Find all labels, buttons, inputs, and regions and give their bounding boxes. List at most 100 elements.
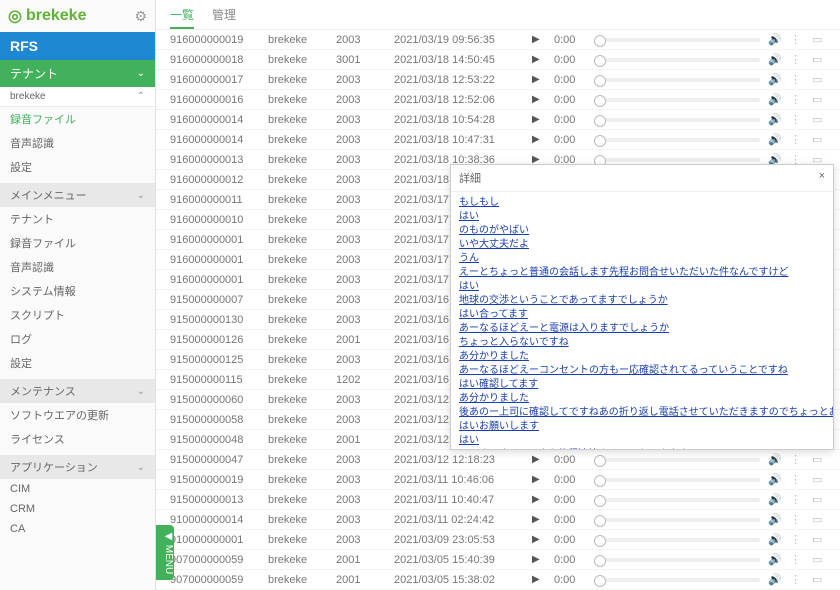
- comment-icon[interactable]: ▭: [812, 93, 826, 106]
- more-icon[interactable]: ⋮: [790, 93, 804, 106]
- table-row[interactable]: 910000000001brekeke20032021/03/09 23:05:…: [156, 530, 840, 550]
- comment-icon[interactable]: ▭: [812, 533, 826, 546]
- play-icon[interactable]: ▶: [532, 474, 546, 485]
- comment-icon[interactable]: ▭: [812, 113, 826, 126]
- volume-icon[interactable]: 🔊: [768, 473, 782, 486]
- progress-bar[interactable]: [594, 138, 760, 142]
- more-icon[interactable]: ⋮: [790, 533, 804, 546]
- comment-icon[interactable]: ▭: [812, 573, 826, 586]
- table-row[interactable]: 916000000018brekeke30012021/03/18 14:50:…: [156, 50, 840, 70]
- comment-icon[interactable]: ▭: [812, 73, 826, 86]
- comment-icon[interactable]: ▭: [812, 453, 826, 466]
- sidebar-item[interactable]: 録音ファイル: [0, 107, 155, 131]
- progress-bar[interactable]: [594, 538, 760, 542]
- sidebar-item[interactable]: CA: [0, 519, 155, 539]
- more-icon[interactable]: ⋮: [790, 33, 804, 46]
- play-icon[interactable]: ▶: [532, 54, 546, 65]
- volume-icon[interactable]: 🔊: [768, 453, 782, 466]
- sidebar-item[interactable]: 設定: [0, 155, 155, 179]
- progress-bar[interactable]: [594, 578, 760, 582]
- tenant-selected[interactable]: brekeke ⌃: [0, 87, 155, 107]
- more-icon[interactable]: ⋮: [790, 493, 804, 506]
- play-icon[interactable]: ▶: [532, 94, 546, 105]
- more-icon[interactable]: ⋮: [790, 573, 804, 586]
- sidebar-item[interactable]: ライセンス: [0, 427, 155, 451]
- progress-bar[interactable]: [594, 58, 760, 62]
- comment-icon[interactable]: ▭: [812, 53, 826, 66]
- more-icon[interactable]: ⋮: [790, 113, 804, 126]
- sidebar-item[interactable]: CIM: [0, 479, 155, 499]
- progress-bar[interactable]: [594, 458, 760, 462]
- sidebar-item[interactable]: 設定: [0, 351, 155, 375]
- sidebar-section[interactable]: アプリケーション⌄: [0, 455, 155, 479]
- table-row[interactable]: 915000000013brekeke20032021/03/11 10:40:…: [156, 490, 840, 510]
- tenant-header[interactable]: テナント ⌄: [0, 60, 155, 87]
- progress-bar[interactable]: [594, 78, 760, 82]
- progress-bar[interactable]: [594, 498, 760, 502]
- play-icon[interactable]: ▶: [532, 534, 546, 545]
- tab[interactable]: 一覧: [170, 6, 194, 23]
- table-row[interactable]: 916000000014brekeke20032021/03/18 10:47:…: [156, 130, 840, 150]
- sidebar-item[interactable]: 録音ファイル: [0, 231, 155, 255]
- more-icon[interactable]: ⋮: [790, 73, 804, 86]
- volume-icon[interactable]: 🔊: [768, 553, 782, 566]
- volume-icon[interactable]: 🔊: [768, 33, 782, 46]
- menu-side-tab[interactable]: ◀ MENU: [156, 525, 174, 580]
- play-icon[interactable]: ▶: [532, 114, 546, 125]
- volume-icon[interactable]: 🔊: [768, 533, 782, 546]
- more-icon[interactable]: ⋮: [790, 53, 804, 66]
- progress-bar[interactable]: [594, 98, 760, 102]
- progress-bar[interactable]: [594, 38, 760, 42]
- comment-icon[interactable]: ▭: [812, 33, 826, 46]
- volume-icon[interactable]: 🔊: [768, 53, 782, 66]
- sidebar-item[interactable]: スクリプト: [0, 303, 155, 327]
- progress-bar[interactable]: [594, 118, 760, 122]
- table-row[interactable]: 915000000047brekeke20032021/03/12 12:18:…: [156, 450, 840, 470]
- comment-icon[interactable]: ▭: [812, 133, 826, 146]
- volume-icon[interactable]: 🔊: [768, 73, 782, 86]
- table-row[interactable]: 916000000019brekeke20032021/03/19 09:56:…: [156, 30, 840, 50]
- more-icon[interactable]: ⋮: [790, 553, 804, 566]
- progress-bar[interactable]: [594, 158, 760, 162]
- sidebar-item[interactable]: 音声認識: [0, 255, 155, 279]
- more-icon[interactable]: ⋮: [790, 513, 804, 526]
- sidebar-item[interactable]: テナント: [0, 207, 155, 231]
- sidebar-item[interactable]: システム情報: [0, 279, 155, 303]
- play-icon[interactable]: ▶: [532, 494, 546, 505]
- table-row[interactable]: 916000000016brekeke20032021/03/18 12:52:…: [156, 90, 840, 110]
- tab[interactable]: 管理: [212, 6, 236, 23]
- sidebar-item[interactable]: 音声認識: [0, 131, 155, 155]
- play-icon[interactable]: ▶: [532, 134, 546, 145]
- table-row[interactable]: 916000000017brekeke20032021/03/18 12:53:…: [156, 70, 840, 90]
- close-icon[interactable]: ×: [819, 170, 825, 186]
- volume-icon[interactable]: 🔊: [768, 493, 782, 506]
- volume-icon[interactable]: 🔊: [768, 573, 782, 586]
- play-icon[interactable]: ▶: [532, 34, 546, 45]
- play-icon[interactable]: ▶: [532, 574, 546, 585]
- play-icon[interactable]: ▶: [532, 554, 546, 565]
- comment-icon[interactable]: ▭: [812, 473, 826, 486]
- play-icon[interactable]: ▶: [532, 74, 546, 85]
- progress-bar[interactable]: [594, 518, 760, 522]
- volume-icon[interactable]: 🔊: [768, 113, 782, 126]
- sidebar-section[interactable]: メインメニュー⌄: [0, 183, 155, 207]
- volume-icon[interactable]: 🔊: [768, 133, 782, 146]
- more-icon[interactable]: ⋮: [790, 473, 804, 486]
- table-row[interactable]: 915000000019brekeke20032021/03/11 10:46:…: [156, 470, 840, 490]
- table-row[interactable]: 910000000014brekeke20032021/03/11 02:24:…: [156, 510, 840, 530]
- table-row[interactable]: 916000000014brekeke20032021/03/18 10:54:…: [156, 110, 840, 130]
- sidebar-item[interactable]: ログ: [0, 327, 155, 351]
- gear-icon[interactable]: ⚙: [134, 8, 147, 25]
- comment-icon[interactable]: ▭: [812, 553, 826, 566]
- comment-icon[interactable]: ▭: [812, 493, 826, 506]
- more-icon[interactable]: ⋮: [790, 133, 804, 146]
- comment-icon[interactable]: ▭: [812, 513, 826, 526]
- table-row[interactable]: 907000000059brekeke20012021/03/05 15:38:…: [156, 570, 840, 590]
- progress-bar[interactable]: [594, 478, 760, 482]
- volume-icon[interactable]: 🔊: [768, 93, 782, 106]
- more-icon[interactable]: ⋮: [790, 453, 804, 466]
- sidebar-item[interactable]: CRM: [0, 499, 155, 519]
- progress-bar[interactable]: [594, 558, 760, 562]
- sidebar-section[interactable]: メンテナンス⌄: [0, 379, 155, 403]
- play-icon[interactable]: ▶: [532, 454, 546, 465]
